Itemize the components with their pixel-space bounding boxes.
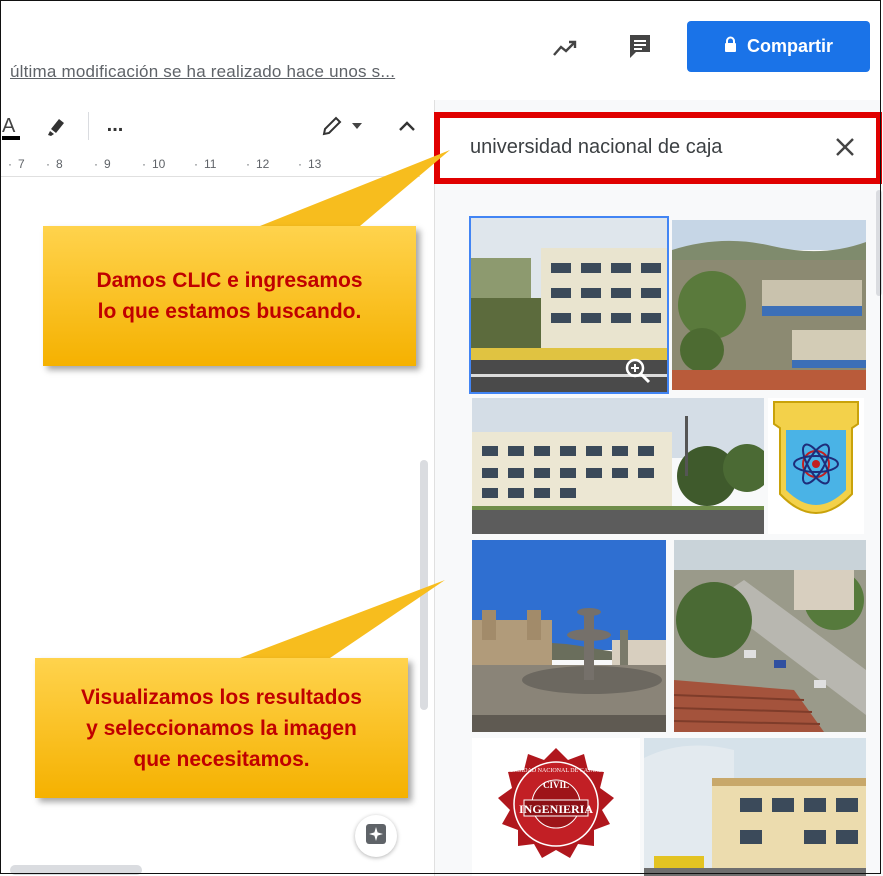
text-color-icon[interactable]: A xyxy=(0,108,24,144)
seal-center-text: INGENIERIA xyxy=(519,802,593,816)
toolbar-divider xyxy=(88,112,89,140)
result-image-street-aerial[interactable] xyxy=(674,540,866,732)
ruler-label: 10 xyxy=(152,157,166,171)
share-button[interactable]: Compartir xyxy=(687,21,870,72)
editing-pencil-icon[interactable] xyxy=(318,110,346,142)
ruler-label: 7 xyxy=(18,157,25,171)
explore-sparkle-icon xyxy=(365,823,387,850)
close-icon[interactable] xyxy=(830,132,860,162)
explore-search-box[interactable]: universidad nacional de caja xyxy=(434,112,882,184)
search-input[interactable]: universidad nacional de caja xyxy=(470,136,780,159)
svg-text:A: A xyxy=(2,115,16,137)
ruler-label: 11 xyxy=(204,157,217,171)
horizontal-scrollbar[interactable] xyxy=(10,865,142,875)
ruler-label: 13 xyxy=(308,157,322,171)
more-icon[interactable]: ... xyxy=(100,108,130,142)
share-label: Compartir xyxy=(746,36,833,56)
annotation-callout-search: Damos CLIC e ingresamos lo que estamos b… xyxy=(43,226,416,366)
panel-scrollbar[interactable] xyxy=(876,190,882,296)
collapse-icon[interactable] xyxy=(392,110,422,142)
explore-button[interactable] xyxy=(355,815,397,857)
ruler-label: 8 xyxy=(56,157,63,171)
last-modified-link[interactable]: última modificación se ha realizado hace… xyxy=(10,62,395,82)
callout-line: Visualizamos los resultados xyxy=(81,685,362,709)
docs-header: última modificación se ha realizado hace… xyxy=(0,0,883,100)
seal-side-text: CIVIL xyxy=(543,780,569,790)
callout-line: que necesitamos. xyxy=(133,747,310,771)
dropdown-icon[interactable] xyxy=(348,110,366,142)
lock-icon xyxy=(724,36,737,57)
ruler-tick: · xyxy=(8,157,12,171)
seal-arc-text: UNIVERSIDAD NACIONAL DE CAJAMARCA xyxy=(495,768,617,774)
result-image-building-3[interactable] xyxy=(644,738,866,876)
callout-line: Damos CLIC e ingresamos xyxy=(96,269,363,292)
result-image-building-1[interactable] xyxy=(469,216,669,394)
editing-toolbar: A ... xyxy=(0,100,428,152)
result-image-university-crest[interactable] xyxy=(768,398,864,534)
document-scrollbar[interactable] xyxy=(420,460,428,710)
result-image-plaza-fountain[interactable] xyxy=(472,540,666,732)
callout-line: y seleccionamos la imagen xyxy=(86,716,357,740)
document-ruler: · 7 · 8 · 9 · 10 · 11 · 12 · 13 xyxy=(0,152,420,177)
result-image-campus-aerial[interactable] xyxy=(672,220,866,390)
ruler-label: 9 xyxy=(104,157,111,171)
highlighter-icon[interactable] xyxy=(40,110,72,142)
comments-icon[interactable] xyxy=(620,26,660,66)
result-image-ingenieria-seal[interactable]: INGENIERIA CIVIL UNIVERSIDAD NACIONAL DE… xyxy=(472,738,640,876)
callout-line: lo que estamos buscando. xyxy=(97,300,362,323)
ruler-label: 12 xyxy=(256,157,270,171)
activity-trend-icon[interactable] xyxy=(545,28,585,68)
result-image-building-2[interactable] xyxy=(472,398,764,534)
annotation-callout-results: Visualizamos los resultados y selecciona… xyxy=(35,658,408,798)
